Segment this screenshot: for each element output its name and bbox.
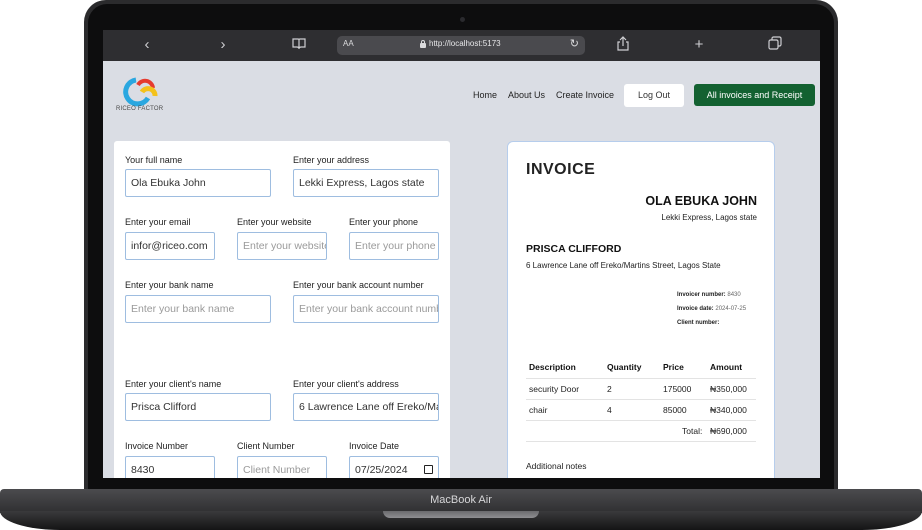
row-price: 175000 [663, 384, 692, 394]
calendar-icon[interactable] [424, 465, 433, 474]
invoice-date-input[interactable]: 07/25/2024 [349, 456, 439, 478]
website-input[interactable]: Enter your website [237, 232, 327, 260]
forward-icon[interactable]: › [213, 36, 233, 54]
row-quantity: 4 [607, 405, 612, 415]
total-label: Total: [682, 426, 703, 436]
client-name-input[interactable]: Prisca Clifford [125, 393, 271, 421]
invoice-title: INVOICE [526, 161, 596, 178]
browser-toolbar: ‹ › AA http://localhost:5173 ↻ + [103, 30, 820, 61]
col-price: Price [663, 362, 684, 372]
row-description: chair [529, 405, 548, 415]
invoice-date-row: Invoice date: 2024-07-25 [677, 306, 747, 312]
bank-name-input[interactable]: Enter your bank name [125, 295, 271, 323]
invoice-form: Your full name Ola Ebuka John Enter your… [114, 141, 450, 478]
device-brand: MacBook Air [430, 494, 492, 506]
client-address-input[interactable]: 6 Lawrence Lane off Ereko/Martins Street… [293, 393, 439, 421]
invoice-date-value: 07/25/2024 [355, 464, 408, 476]
row-quantity: 2 [607, 384, 612, 394]
client-number-row: Client number: [677, 320, 720, 326]
table-divider [526, 420, 756, 421]
invoice-date-label: Invoice Date [349, 441, 400, 451]
screen: ‹ › AA http://localhost:5173 ↻ + RICEO F… [103, 30, 820, 478]
url-text[interactable]: http://localhost:5173 [429, 39, 501, 48]
client-name-label: Enter your client's name [125, 379, 222, 389]
logo[interactable]: RICEO FACTOR [116, 76, 172, 116]
nav-create-invoice[interactable]: Create Invoice [556, 90, 614, 100]
laptop-base: MacBook Air [0, 489, 922, 530]
client-number-input[interactable]: Client Number [237, 456, 327, 478]
invoice-number-input[interactable]: 8430 [125, 456, 215, 478]
client-number-label: Client Number [237, 441, 295, 451]
invoicer-address: Lekki Express, Lagos state [661, 213, 757, 222]
row-price: 85000 [663, 405, 687, 415]
invoice-preview: INVOICE OLA EBUKA JOHN Lekki Express, La… [507, 141, 775, 478]
invoicer-name: OLA EBUKA JOHN [645, 194, 757, 208]
logo-icon [123, 77, 158, 107]
client-address: 6 Lawrence Lane off Ereko/Martins Street… [526, 261, 721, 270]
total-amount: ₦690,000 [710, 426, 747, 436]
bank-name-label: Enter your bank name [125, 280, 214, 290]
client-name: PRISCA CLIFFORD [526, 243, 622, 255]
table-divider [526, 378, 756, 379]
row-amount: ₦340,000 [710, 405, 747, 415]
address-input[interactable]: Lekki Express, Lagos state [293, 169, 439, 197]
share-icon[interactable] [613, 36, 633, 56]
client-address-label: Enter your client's address [293, 379, 399, 389]
phone-input[interactable]: Enter your phone [349, 232, 439, 260]
reader-icon[interactable] [289, 36, 309, 54]
email-label: Enter your email [125, 217, 191, 227]
website-label: Enter your website [237, 217, 312, 227]
full-name-input[interactable]: Ola Ebuka John [125, 169, 271, 197]
invoicer-number-row: Invoicer number: 8430 [677, 292, 741, 298]
row-amount: ₦350,000 [710, 384, 747, 394]
new-tab-icon[interactable]: + [689, 36, 709, 54]
camera [460, 17, 465, 22]
hinge-notch [383, 511, 539, 518]
col-description: Description [529, 362, 576, 372]
address-label: Enter your address [293, 155, 370, 165]
col-amount: Amount [710, 362, 743, 372]
bank-account-input[interactable]: Enter your bank account number [293, 295, 439, 323]
nav-home[interactable]: Home [473, 90, 497, 100]
nav-about-us[interactable]: About Us [508, 90, 545, 100]
additional-notes-label: Additional notes [526, 461, 587, 471]
address-bar[interactable]: AA http://localhost:5173 ↻ [337, 36, 585, 55]
all-invoices-button[interactable]: All invoices and Receipt [694, 84, 815, 106]
table-divider [526, 399, 756, 400]
reload-icon[interactable]: ↻ [570, 37, 579, 50]
text-size-button[interactable]: AA [343, 39, 354, 48]
full-name-label: Your full name [125, 155, 183, 165]
invoice-number-label: Invoice Number [125, 441, 189, 451]
email-input[interactable]: infor@riceo.com [125, 232, 215, 260]
lock-icon [420, 40, 426, 48]
phone-label: Enter your phone [349, 217, 419, 227]
table-divider [526, 441, 756, 442]
col-quantity: Quantity [607, 362, 642, 372]
bank-account-label: Enter your bank account number [293, 280, 424, 290]
logo-text: RICEO FACTOR [116, 106, 164, 112]
row-description: security Door [529, 384, 580, 394]
back-icon[interactable]: ‹ [137, 36, 157, 54]
logout-button[interactable]: Log Out [624, 84, 684, 107]
tabs-icon[interactable] [765, 36, 785, 55]
